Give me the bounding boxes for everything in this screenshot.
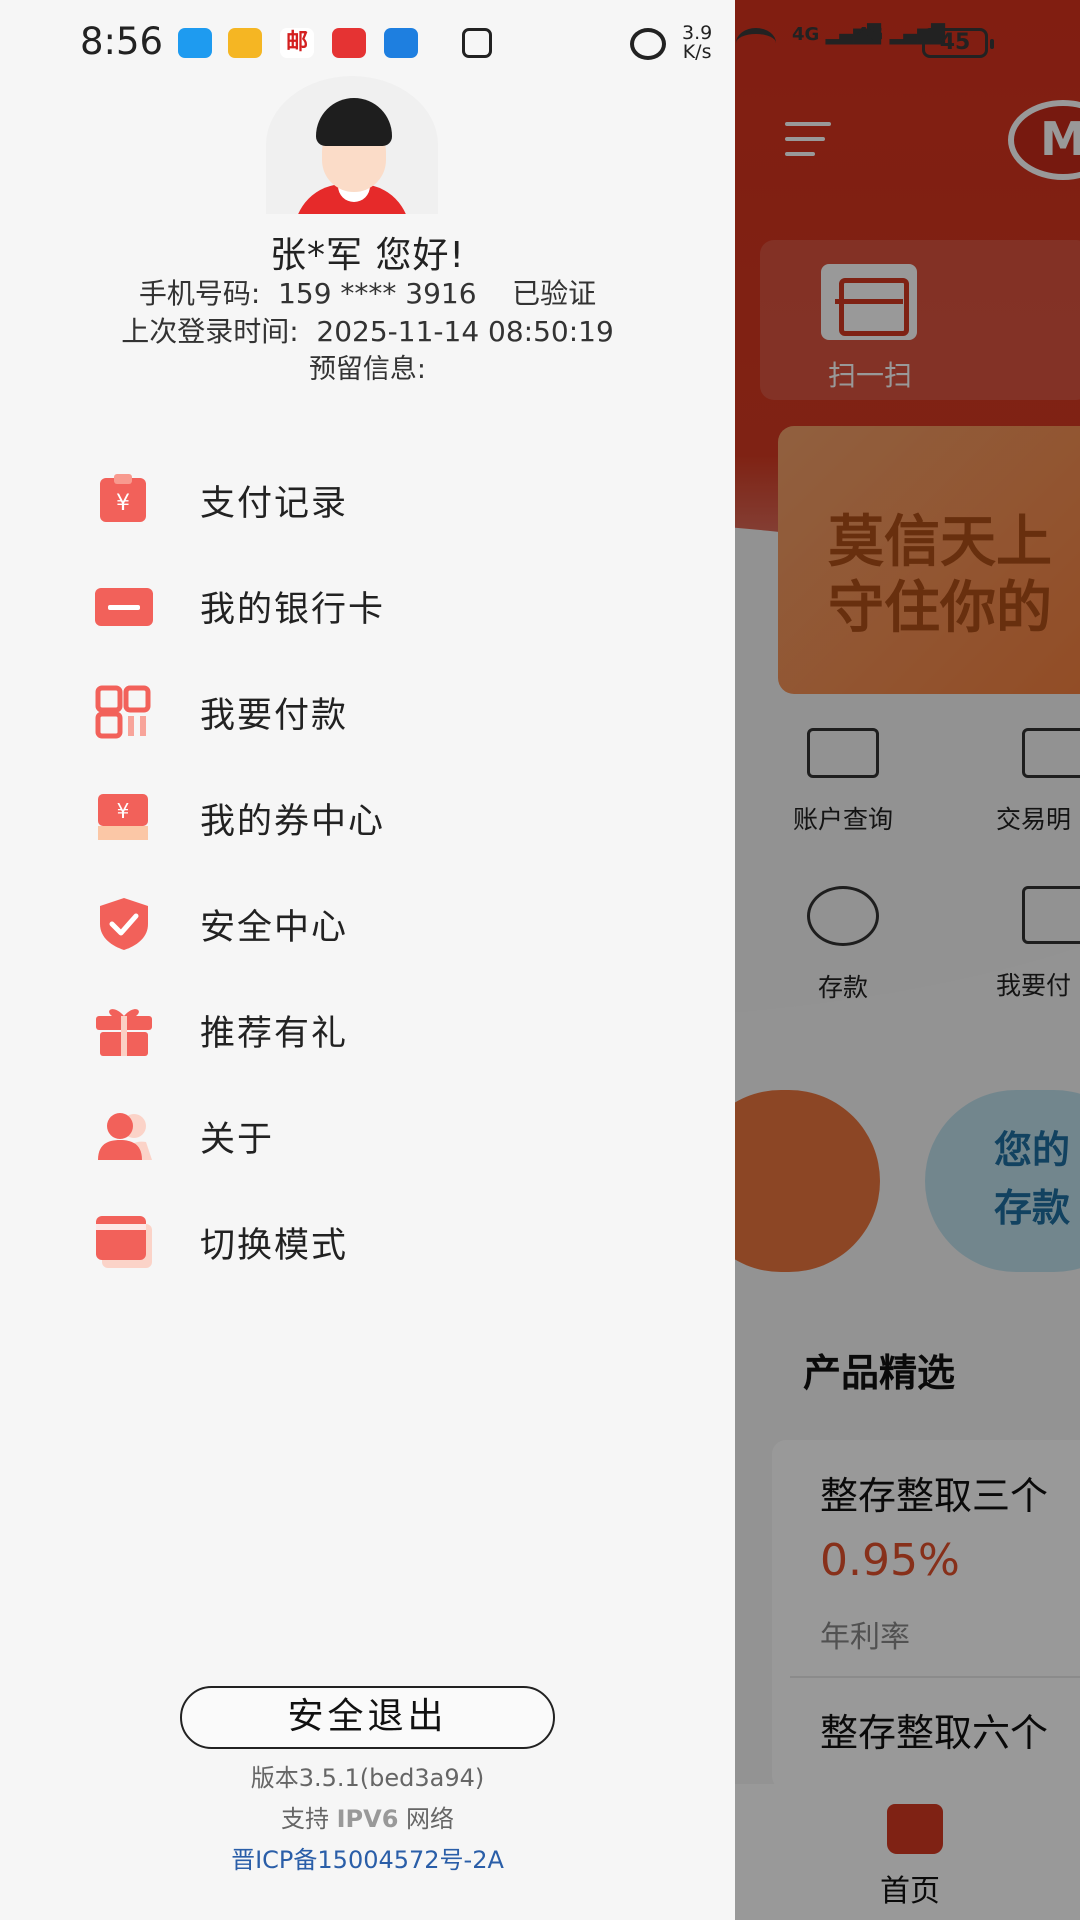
coupon-icon: ¥ [94,790,154,846]
menu-item-referral[interactable]: 推荐有礼 [0,982,735,1078]
svg-text:¥: ¥ [117,799,130,823]
menu-item-payment-record[interactable]: ¥ 支付记录 [0,452,735,548]
nfc-icon [462,28,492,58]
menu-label: 我的银行卡 [200,589,386,630]
menu-item-bank-card[interactable]: 我的银行卡 [0,558,735,654]
post-app-icon: 邮 [280,28,314,58]
gift-icon [94,1002,154,1058]
shield-icon [94,896,154,952]
logout-button[interactable]: 安全退出 [180,1686,555,1749]
wifi-icon [736,28,776,58]
email-app-icon [228,28,262,58]
menu-item-coupon[interactable]: ¥ 我的券中心 [0,770,735,866]
phone-number: 手机号码: 159 **** 3916 已验证 [138,277,597,310]
huawei-app-icon [332,28,366,58]
version-text: 版本3.5.1(bed3a94) [250,1764,485,1792]
user-icon [94,1108,154,1164]
last-login-time: 上次登录时间: 2025-11-14 08:50:19 [121,315,614,348]
status-bar: 8:56 邮 3.9 K/s 4G ▂▄▆█ 4G ▂▄▆█ 45 [0,0,1080,84]
menu-label: 我的券中心 [200,801,386,842]
menu-item-switch-mode[interactable]: 切换模式 [0,1194,735,1290]
svg-text:¥: ¥ [116,491,130,516]
menu-label: 推荐有礼 [200,1013,349,1054]
menu-label: 切换模式 [200,1225,349,1266]
qr-pay-icon [94,684,154,740]
navigation-app-icon [384,28,418,58]
payment-record-icon: ¥ [94,472,154,528]
bank-card-icon [94,578,154,634]
menu-item-security-center[interactable]: 安全中心 [0,876,735,972]
menu-item-about[interactable]: 关于 [0,1088,735,1184]
status-time: 8:56 [80,20,164,63]
icp-link[interactable]: 晋ICP备15004572号-2A [0,1840,735,1875]
greeting-text: 张*军 您好! [270,235,465,276]
battery-icon: 45 [922,28,994,58]
menu-label: 关于 [200,1119,275,1160]
menu-label: 我要付款 [200,695,349,736]
menu-label: 支付记录 [200,483,349,524]
avatar[interactable] [266,76,438,214]
menu-label: 安全中心 [200,907,349,948]
menu-item-pay[interactable]: 我要付款 [0,664,735,760]
alarm-icon [630,28,666,60]
reserved-info: 预留信息: [308,354,427,385]
ipv6-support-text: 支持 IPV6 网络 [280,1805,455,1833]
network-speed: 3.9 K/s [682,22,713,63]
switch-mode-icon [94,1214,154,1270]
message-app-icon [178,28,212,58]
side-drawer: 张*军 您好! 手机号码: 159 **** 3916 已验证 上次登录时间: … [0,0,735,1920]
